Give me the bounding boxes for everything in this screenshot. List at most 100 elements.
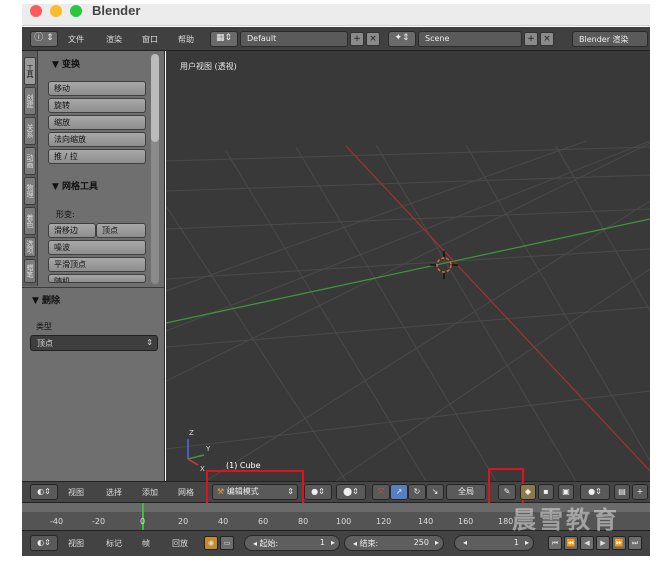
jump-start-icon[interactable]: ⏮ bbox=[548, 536, 562, 550]
edit-mode-icon: ⚒ bbox=[217, 487, 225, 496]
menu-playback[interactable]: 回放 bbox=[172, 538, 188, 549]
viewport-view-label: 用户视图 (透视) bbox=[180, 62, 237, 71]
timeline-tick: 140 bbox=[418, 517, 434, 526]
tab-shading[interactable]: 着色 bbox=[24, 207, 36, 235]
more-options-icon[interactable]: + bbox=[632, 484, 648, 500]
render-engine-select[interactable]: Blender 渲染 bbox=[572, 31, 648, 47]
current-frame-field[interactable]: ◂ 1 ▸ bbox=[454, 535, 534, 551]
timeline-tick: -20 bbox=[92, 517, 106, 526]
menu-select[interactable]: 选择 bbox=[106, 487, 122, 498]
tab-tools[interactable]: 工具 bbox=[24, 57, 36, 85]
tool-shelf: 工具 创建 关系 动画 物理 着色 选项 蜡笔 ▼ 变换 移动 旋转 缩放 法向… bbox=[22, 51, 165, 481]
menu-frame[interactable]: 帧 bbox=[142, 538, 150, 549]
push-pull-button[interactable]: 推 / 拉 bbox=[48, 149, 146, 164]
menu-mesh[interactable]: 网格 bbox=[178, 487, 194, 498]
start-frame-label: ◂ 起始: bbox=[253, 539, 279, 548]
keying-icon[interactable]: ◉ bbox=[204, 536, 218, 550]
timeline-tick: 120 bbox=[376, 517, 392, 526]
menu-marker[interactable]: 标记 bbox=[106, 538, 122, 549]
mode-select[interactable]: ⚒ 编辑模式 ⇕ bbox=[212, 484, 298, 500]
add-scene-icon[interactable]: + bbox=[524, 32, 538, 46]
timeline-tick: 160 bbox=[458, 517, 474, 526]
limit-selection-icon[interactable]: ▣ bbox=[558, 484, 574, 500]
pivot-point-select[interactable]: ⬤⇕ bbox=[336, 484, 366, 500]
translate-button[interactable]: 移动 bbox=[48, 81, 146, 96]
rotate-button[interactable]: 旋转 bbox=[48, 98, 146, 113]
scene-field[interactable]: Scene bbox=[418, 31, 522, 47]
menu-timeline-view[interactable]: 视图 bbox=[68, 538, 84, 549]
minimize-window-icon[interactable] bbox=[50, 5, 62, 17]
info-editor-type-button[interactable]: ⓘ ⇕ bbox=[30, 31, 58, 47]
timeline-tick: 0 bbox=[140, 517, 146, 526]
timeline-tick: 100 bbox=[336, 517, 352, 526]
screen-layout-field[interactable]: Default bbox=[240, 31, 348, 47]
scale-button[interactable]: 缩放 bbox=[48, 115, 146, 130]
shrink-fatten-button[interactable]: 法向缩放 bbox=[48, 132, 146, 147]
play-reverse-icon[interactable]: ◀ bbox=[580, 536, 594, 550]
noise-button[interactable]: 噪波 bbox=[48, 240, 146, 255]
gizmo-x-label: X bbox=[200, 465, 205, 473]
timeline-editor-type-button[interactable]: ◐⇕ bbox=[30, 535, 58, 551]
remove-scene-icon[interactable]: × bbox=[540, 32, 554, 46]
edge-slide-button[interactable]: 滑移边 bbox=[48, 223, 96, 238]
viewport-shading-select[interactable]: ●⇕ bbox=[304, 484, 332, 500]
gizmo-y-label: Y bbox=[206, 445, 211, 453]
tool-shelf-scrollbar-thumb[interactable] bbox=[151, 54, 159, 142]
tab-animation[interactable]: 动画 bbox=[24, 147, 36, 175]
delete-type-value: 顶点 bbox=[37, 339, 53, 348]
active-object-label: (1) Cube bbox=[226, 461, 261, 470]
remove-layout-icon[interactable]: × bbox=[366, 32, 380, 46]
layers-select[interactable]: ●⇕ bbox=[580, 484, 610, 500]
view3d-editor-type-button[interactable]: ◐⇕ bbox=[30, 484, 58, 500]
translate-manipulator-icon[interactable]: ↗ bbox=[390, 484, 408, 500]
proportional-edit-icon[interactable]: ◆ bbox=[520, 484, 536, 500]
tab-options[interactable]: 选项 bbox=[24, 237, 36, 257]
menu-window[interactable]: 窗口 bbox=[142, 34, 158, 45]
scale-manipulator-icon[interactable]: ↘ bbox=[426, 484, 444, 500]
menu-help[interactable]: 帮助 bbox=[178, 34, 194, 45]
preview-range-icon[interactable]: ▭ bbox=[220, 536, 234, 550]
jump-keyframe-forward-icon[interactable]: ⏩ bbox=[612, 536, 626, 550]
close-window-icon[interactable] bbox=[30, 5, 42, 17]
delete-operator-header[interactable]: ▼ 删除 bbox=[32, 293, 60, 306]
increment-icon: ▸ bbox=[524, 538, 529, 547]
screen-layout-icon[interactable]: ▦⇕ bbox=[210, 31, 238, 47]
randomize-button[interactable]: 随机 bbox=[48, 274, 146, 283]
end-frame-field[interactable]: ◂ 结束: 250 ▸ bbox=[344, 535, 444, 551]
smooth-vertex-button[interactable]: 平滑顶点 bbox=[48, 257, 146, 272]
jump-keyframe-back-icon[interactable]: ⏪ bbox=[564, 536, 578, 550]
viewport-3d[interactable]: 用户视图 (透视) Y Z X (1) Cube bbox=[166, 51, 650, 481]
delete-type-label: 类型 bbox=[36, 322, 52, 331]
transform-panel-header[interactable]: ▼ 变换 bbox=[52, 57, 80, 70]
menu-file[interactable]: 文件 bbox=[68, 34, 84, 45]
transform-orientation-select[interactable]: 全局 bbox=[446, 484, 486, 500]
timeline-tick: 180 bbox=[498, 517, 514, 526]
render-preview-icon[interactable]: ▤ bbox=[614, 484, 630, 500]
tab-grease-pencil[interactable]: 蜡笔 bbox=[24, 259, 36, 283]
add-layout-icon[interactable]: + bbox=[350, 32, 364, 46]
menu-view[interactable]: 视图 bbox=[68, 487, 84, 498]
menu-render[interactable]: 渲染 bbox=[106, 34, 122, 45]
tab-create[interactable]: 创建 bbox=[24, 87, 36, 115]
manipulator-toggle-icon[interactable]: ⤧ bbox=[372, 484, 390, 500]
start-frame-field[interactable]: ◂ 起始: 1 ▸ bbox=[244, 535, 340, 551]
delete-type-select[interactable]: 顶点 ⇕ bbox=[30, 335, 158, 351]
window-title: Blender bbox=[92, 3, 141, 18]
timeline-tick: 20 bbox=[178, 517, 189, 526]
scene-icon[interactable]: ✦⇕ bbox=[388, 31, 416, 47]
tab-physics[interactable]: 物理 bbox=[24, 177, 36, 205]
play-icon[interactable]: ▶ bbox=[596, 536, 610, 550]
snap-toggle-icon[interactable]: ✎ bbox=[498, 484, 516, 500]
vertex-select-icon[interactable]: ▪ bbox=[538, 484, 554, 500]
increment-icon: ▸ bbox=[434, 538, 439, 547]
end-frame-value: 250 bbox=[413, 538, 429, 547]
menu-add[interactable]: 添加 bbox=[142, 487, 158, 498]
jump-end-icon[interactable]: ⏭ bbox=[628, 536, 642, 550]
mesh-tools-panel-header[interactable]: ▼ 网格工具 bbox=[52, 179, 98, 192]
y-axis-line bbox=[166, 218, 650, 324]
rotate-manipulator-icon[interactable]: ↻ bbox=[408, 484, 426, 500]
maximize-window-icon[interactable] bbox=[70, 5, 82, 17]
vertex-slide-button[interactable]: 顶点 bbox=[96, 223, 146, 238]
tab-relations[interactable]: 关系 bbox=[24, 117, 36, 145]
current-frame-value: 1 bbox=[513, 538, 519, 547]
